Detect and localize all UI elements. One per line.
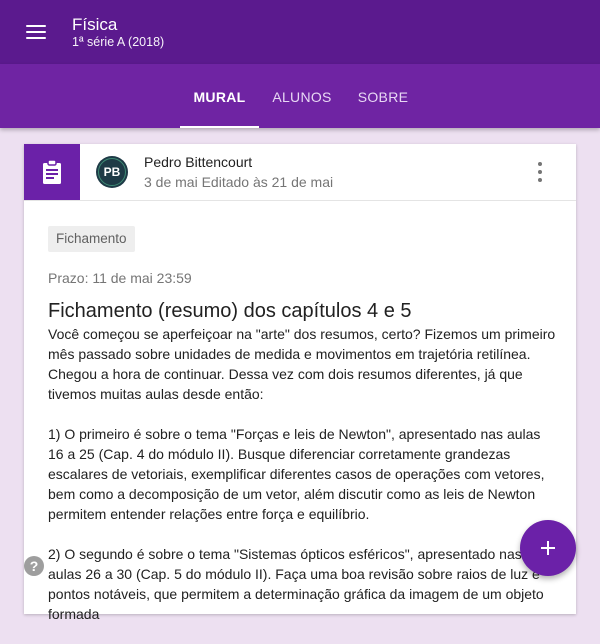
tab-bar: MURAL ALUNOS SOBRE [0, 64, 600, 128]
assignment-card[interactable]: PB Pedro Bittencourt 3 de mai Editado às… [24, 144, 576, 622]
top-app-bar: Física 1ª série A (2018) [0, 0, 600, 64]
hamburger-menu-icon[interactable] [26, 24, 46, 40]
help-icon[interactable]: ? [24, 556, 44, 576]
add-fab-button[interactable] [520, 520, 576, 576]
class-subtitle: 1ª série A (2018) [72, 35, 165, 49]
more-vert-icon[interactable] [530, 160, 550, 184]
author-name[interactable]: Pedro Bittencourt [144, 154, 252, 170]
description-paragraph: 2) O segundo é sobre o tema "Sistemas óp… [48, 546, 544, 622]
topic-chip[interactable]: Fichamento [48, 226, 135, 252]
tab-mural[interactable]: MURAL [180, 64, 259, 128]
due-date: Prazo: 11 de mai 23:59 [48, 270, 192, 286]
add-icon-v [547, 541, 549, 555]
assignment-clipboard-icon [43, 159, 61, 184]
class-title: Física [72, 15, 118, 34]
description-paragraph: 1) O primeiro é sobre o tema "Forças e l… [48, 426, 545, 522]
description-paragraph: Você começou se aperfeiçoar na "arte" do… [48, 326, 556, 402]
assignment-type-badge [24, 144, 80, 200]
avatar: PB [96, 156, 128, 188]
tab-sobre[interactable]: SOBRE [350, 64, 416, 128]
assignment-description: Você começou se aperfeiçoar na "arte" do… [48, 324, 556, 644]
post-dates: 3 de mai Editado às 21 de mai [144, 174, 334, 190]
assignment-title[interactable]: Fichamento (resumo) dos capítulos 4 e 5 [48, 300, 412, 323]
tab-alunos[interactable]: ALUNOS [265, 64, 339, 128]
avatar-ring [98, 158, 126, 186]
card-header: PB Pedro Bittencourt 3 de mai Editado às… [24, 144, 576, 201]
